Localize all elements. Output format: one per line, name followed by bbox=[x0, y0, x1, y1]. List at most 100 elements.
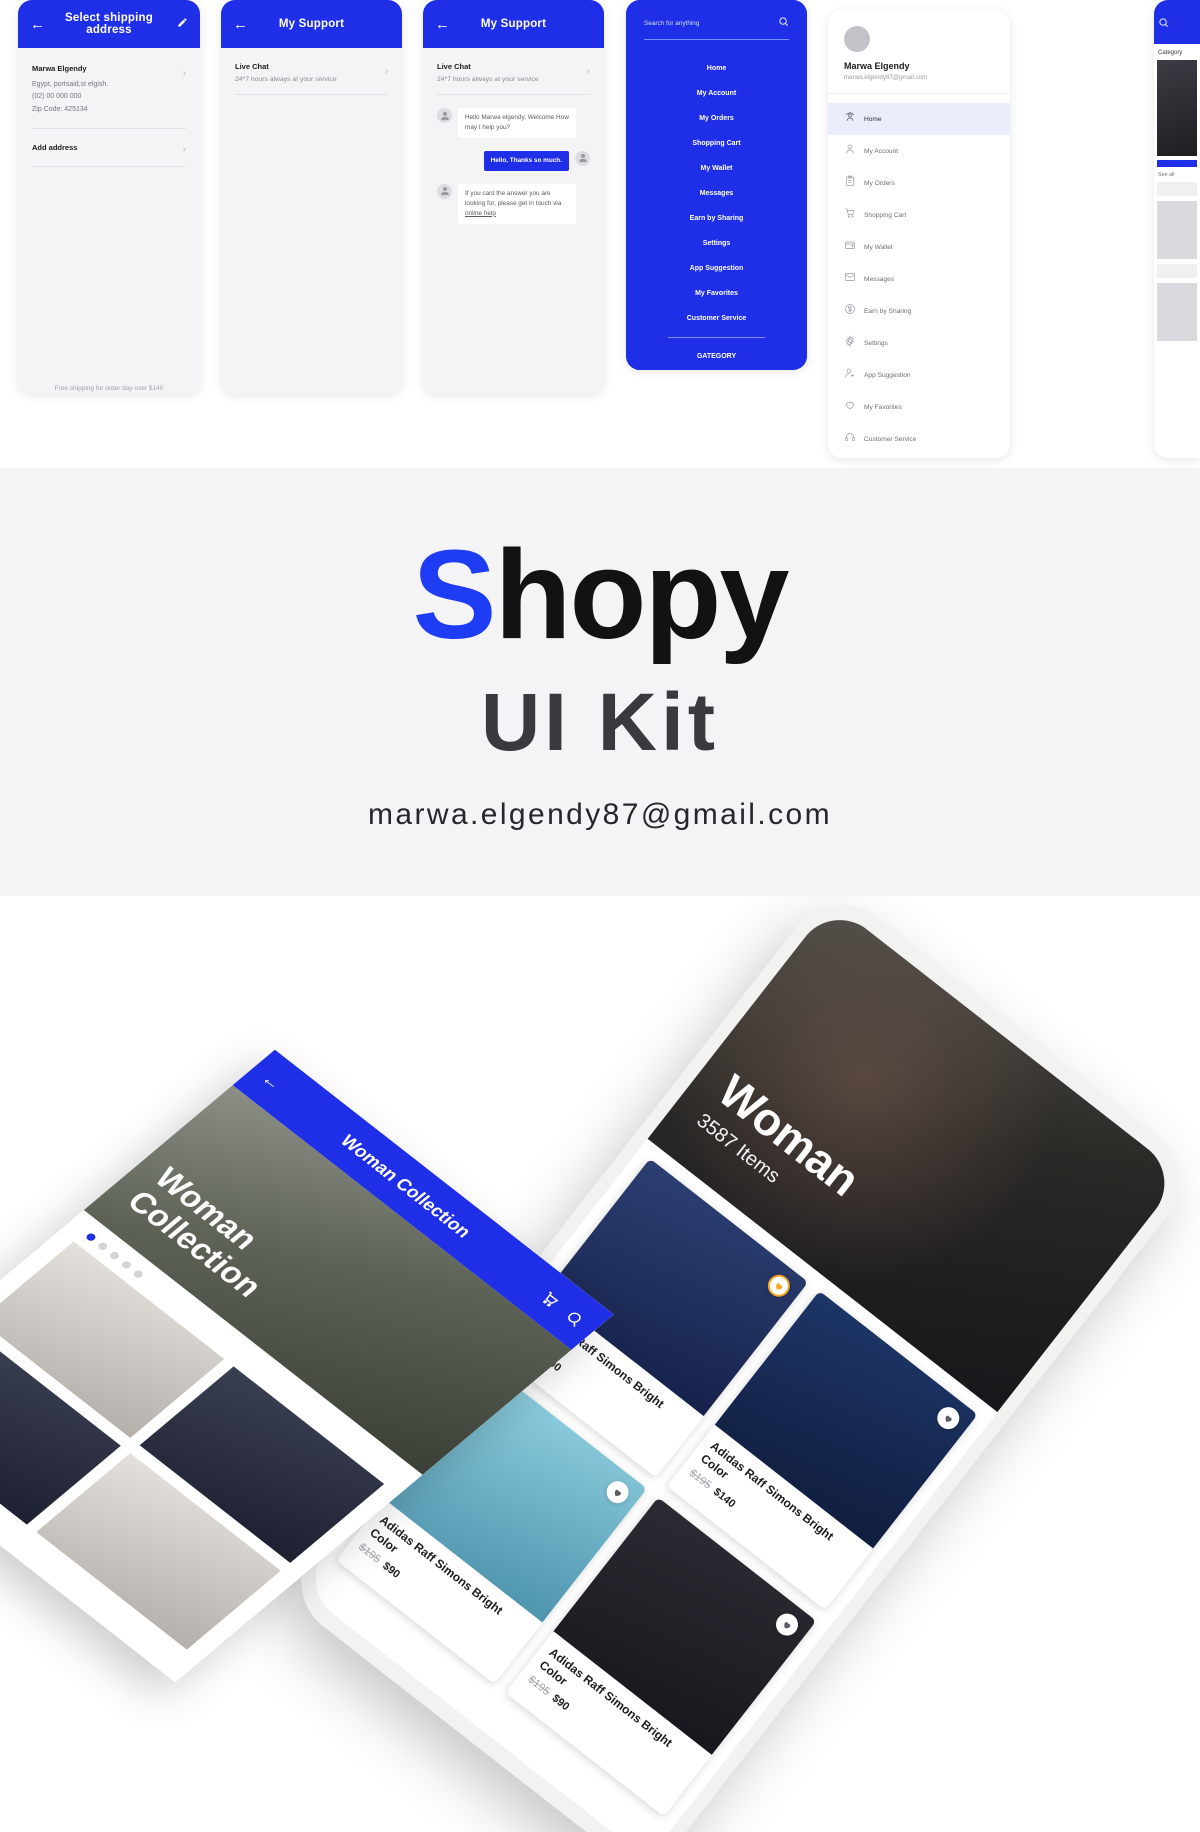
brand-rest: hopy bbox=[494, 524, 790, 665]
arrow-left-icon[interactable]: ← bbox=[435, 17, 457, 32]
drawer-item-home[interactable]: Home bbox=[828, 103, 1010, 135]
menu-item-messages[interactable]: Messages bbox=[644, 181, 789, 206]
carousel-dot[interactable] bbox=[96, 1241, 110, 1252]
chevron-right-icon: › bbox=[586, 66, 590, 77]
free-shipping-note: Free shipping for order day over $140 bbox=[54, 385, 164, 392]
message-bubble: If you cant the answer you are looking f… bbox=[458, 183, 576, 224]
screen-my-support-chat: ← My Support Live Chat 24*7 hours always… bbox=[423, 0, 604, 394]
menu-item-app-suggestion[interactable]: App Suggestion bbox=[644, 256, 789, 281]
cart-icon[interactable] bbox=[537, 1288, 564, 1310]
sliver-product-image bbox=[1157, 60, 1197, 156]
menu-item-my-wallet[interactable]: My Wallet bbox=[644, 156, 789, 181]
sliver-tile bbox=[1157, 201, 1197, 259]
page-subtitle: UI Kit bbox=[480, 677, 720, 768]
message-text: If you cant the answer you are looking f… bbox=[465, 189, 562, 207]
screen-select-shipping-address: ← Select shipping address Marwa Elgendy … bbox=[18, 0, 200, 394]
address-name: Marwa Elgendy bbox=[32, 64, 87, 73]
menu-item-category[interactable]: GATEGORY bbox=[644, 344, 789, 369]
chevron-right-icon: › bbox=[384, 66, 388, 77]
menu-item-home[interactable]: Home bbox=[644, 56, 789, 81]
drawer-item-label: My Favorites bbox=[864, 403, 902, 411]
menu-item-my-account[interactable]: My Account bbox=[644, 81, 789, 106]
address-row[interactable]: Marwa Elgendy Egypt, portsaid,st elgish.… bbox=[32, 48, 186, 129]
avatar bbox=[575, 150, 590, 166]
drawer-item-my-account[interactable]: My Account bbox=[828, 135, 1010, 167]
search-icon[interactable] bbox=[1158, 17, 1169, 28]
screen-category-partial: Category See all bbox=[1154, 0, 1200, 458]
search-input[interactable]: Search for anything bbox=[644, 20, 778, 27]
add-address-row[interactable]: Add address › bbox=[32, 129, 186, 167]
pencil-icon[interactable] bbox=[166, 15, 188, 33]
menu-divider bbox=[668, 337, 765, 338]
live-chat-subtitle: 24*7 hours always at your service bbox=[235, 76, 337, 83]
drawer-item-my-favorites[interactable]: My Favorites bbox=[828, 391, 1010, 423]
drawer-item-messages[interactable]: Messages bbox=[828, 263, 1010, 295]
drawer-item-label: My Orders bbox=[864, 179, 895, 187]
drawer-item-shopping-cart[interactable]: Shopping Cart bbox=[828, 199, 1010, 231]
live-chat-row[interactable]: Live Chat 24*7 hours always at your serv… bbox=[437, 48, 590, 95]
drawer-item-customer-service[interactable]: Customer Service bbox=[828, 423, 1010, 455]
drawer-item-my-orders[interactable]: My Orders bbox=[828, 167, 1010, 199]
search-icon[interactable] bbox=[561, 1307, 588, 1329]
drawer-item-settings[interactable]: Settings bbox=[828, 327, 1010, 359]
search-row[interactable]: Search for anything bbox=[644, 14, 789, 39]
support-body: Live Chat 24*7 hours always at your serv… bbox=[221, 48, 402, 394]
carousel-dot[interactable] bbox=[131, 1269, 145, 1280]
sliver-appbar bbox=[1154, 0, 1200, 44]
clipboard-icon bbox=[844, 174, 864, 192]
headset-icon bbox=[844, 430, 864, 448]
live-chat-subtitle: 24*7 hours always at your service bbox=[437, 76, 539, 83]
drawer-item-list: Home My Account My Orders Shopping Cart bbox=[828, 94, 1010, 455]
chevron-right-icon: › bbox=[182, 68, 186, 79]
drawer-item-label: Home bbox=[864, 115, 882, 123]
drawer-header: Marwa Elgendy marwa.elgendy87@gmail.com bbox=[828, 10, 1010, 94]
menu-item-my-orders[interactable]: My Orders bbox=[644, 106, 789, 131]
sliver-pill bbox=[1157, 182, 1197, 196]
wallet-icon bbox=[844, 238, 864, 256]
menu-item-shopping-cart[interactable]: Shopping Cart bbox=[644, 131, 789, 156]
live-chat-title: Live Chat bbox=[235, 62, 269, 71]
blue-menu-body: Search for anything Home My Account My O… bbox=[626, 0, 807, 370]
carousel-dot[interactable] bbox=[120, 1259, 133, 1270]
address-line-3: Zip Code: 425134 bbox=[32, 105, 88, 113]
drawer-item-label: Settings bbox=[864, 339, 888, 347]
envelope-icon bbox=[844, 270, 864, 288]
sliver-see-all-label[interactable]: See all bbox=[1154, 172, 1200, 182]
avatar[interactable] bbox=[844, 26, 870, 52]
arrow-left-icon[interactable]: ← bbox=[233, 17, 255, 32]
appbar-shipping: ← Select shipping address bbox=[18, 0, 200, 48]
drawer-item-earn-by-sharing[interactable]: Earn by Sharing bbox=[828, 295, 1010, 327]
appbar-title: My Support bbox=[278, 18, 345, 30]
appbar-support-chat: ← My Support bbox=[423, 0, 604, 48]
menu-item-settings[interactable]: Settings bbox=[644, 231, 789, 256]
drawer-item-my-wallet[interactable]: My Wallet bbox=[828, 231, 1010, 263]
drawer-item-app-suggestion[interactable]: App Suggestion bbox=[828, 359, 1010, 391]
drawer-item-label: Earn by Sharing bbox=[864, 307, 912, 315]
menu-item-earn-by-sharing[interactable]: Earn by Sharing bbox=[644, 206, 789, 231]
message-item-agent: If you cant the answer you are looking f… bbox=[437, 183, 590, 224]
person-icon bbox=[844, 142, 864, 160]
menu-item-customer-service[interactable]: Customer Service bbox=[644, 306, 789, 331]
brand-first-letter: S bbox=[412, 524, 496, 665]
live-chat-row[interactable]: Live Chat 24*7 hours always at your serv… bbox=[235, 48, 388, 95]
message-item-user: Hello, Thanks so much. bbox=[437, 150, 590, 171]
contact-email: marwa.elgendy87@gmail.com bbox=[368, 798, 832, 831]
address-line-1: Egypt, portsaid,st elgish. bbox=[32, 81, 109, 88]
address-line-2: (02) 00 000 000 bbox=[32, 93, 82, 101]
live-chat-title: Live Chat bbox=[437, 62, 471, 71]
sliver-category-label: Category bbox=[1158, 50, 1183, 56]
screens-showcase-strip: ← Select shipping address Marwa Elgendy … bbox=[0, 0, 1200, 468]
avatar bbox=[437, 108, 452, 123]
online-help-link[interactable]: online help bbox=[465, 210, 496, 217]
arrow-left-icon[interactable]: ← bbox=[30, 17, 52, 32]
carousel-dot[interactable] bbox=[84, 1232, 98, 1243]
user-name: Marwa Elgendy bbox=[844, 61, 910, 71]
device-mockups-section: Woman 3587 Items Adidas Raff Simons Brig… bbox=[0, 896, 1200, 1832]
carousel-dot[interactable] bbox=[108, 1250, 121, 1261]
support-chat-body: Live Chat 24*7 hours always at your serv… bbox=[423, 48, 604, 394]
menu-item-my-favorites[interactable]: My Favorites bbox=[644, 281, 789, 306]
drawer-item-label: App Suggestion bbox=[864, 371, 911, 379]
drawer-body: Marwa Elgendy marwa.elgendy87@gmail.com … bbox=[828, 10, 1010, 458]
avatar bbox=[437, 183, 452, 199]
search-icon[interactable] bbox=[778, 14, 789, 32]
